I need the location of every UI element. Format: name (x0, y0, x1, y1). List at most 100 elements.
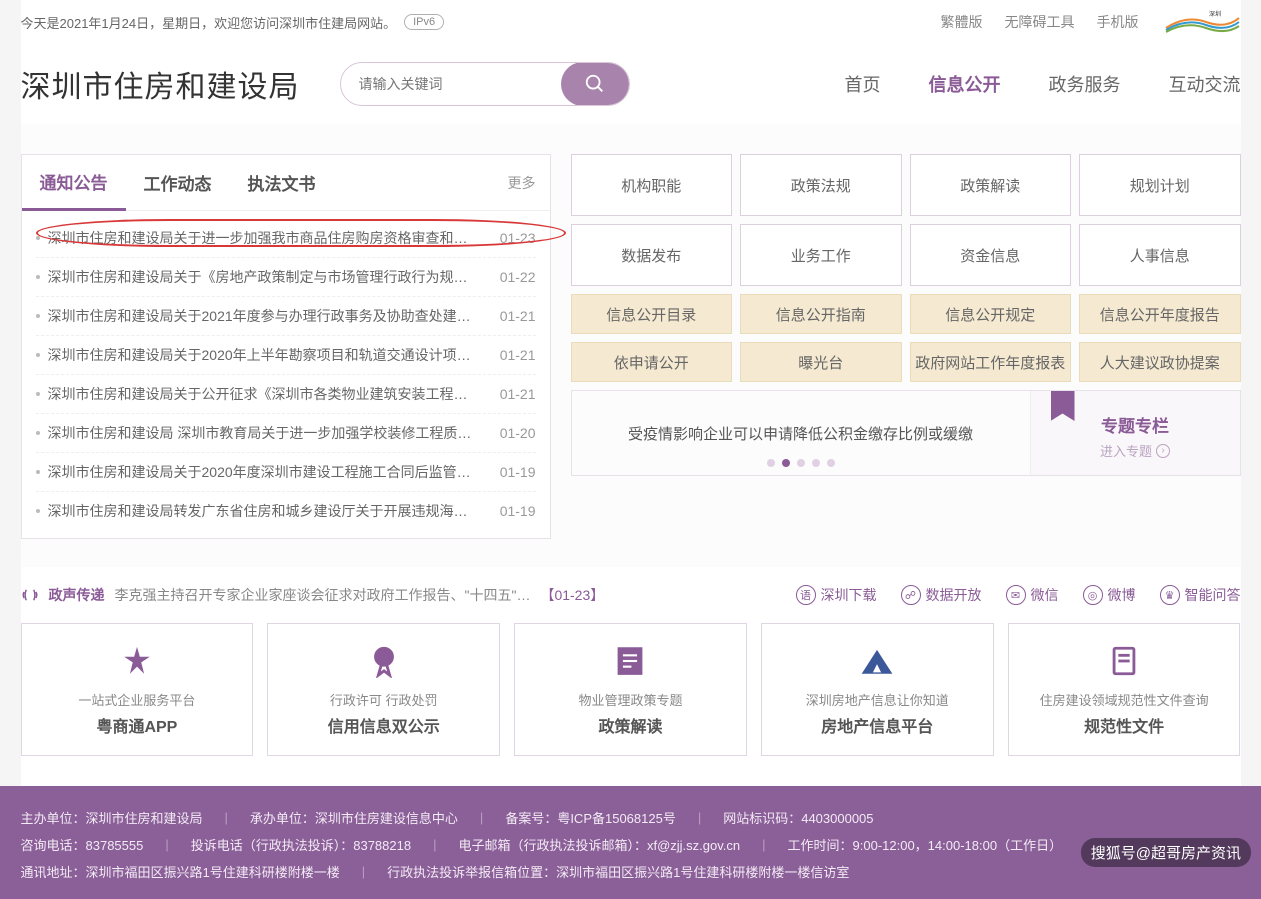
quicklink-icon: 语 (796, 585, 816, 605)
grid-button[interactable]: 资金信息 (910, 224, 1072, 286)
service-card-1[interactable]: 信行政许可 行政处罚信用信息双公示 (267, 623, 500, 756)
bullet-icon (36, 431, 40, 435)
card-sub: 深圳房地产信息让你知道 (806, 690, 949, 709)
nav-item-2[interactable]: 政务服务 (1049, 71, 1121, 97)
more-link[interactable]: 更多 (508, 173, 550, 193)
topbar-link-fanti[interactable]: 繁體版 (941, 12, 983, 32)
footer-item: 工作时间：9:00-12:00，14:00-18:00（工作日） (788, 835, 1063, 854)
grid-button[interactable]: 信息公开规定 (910, 294, 1072, 334)
grid-button[interactable]: 业务工作 (740, 224, 902, 286)
news-item[interactable]: 深圳市住房和建设局关于2020年上半年勘察项目和轨道交通设计项…01-21 (36, 335, 536, 374)
news-list: 深圳市住房和建设局关于进一步加强我市商品住房购房资格审查和…01-23深圳市住房… (22, 211, 550, 538)
news-item[interactable]: 深圳市住房和建设局关于公开征求《深圳市各类物业建筑安装工程…01-21 (36, 374, 536, 413)
news-title[interactable]: 深圳市住房和建设局关于《房地产政策制定与市场管理行政行为规… (48, 267, 488, 287)
svg-text:信: 信 (379, 652, 389, 664)
ribbon-icon (1051, 391, 1075, 421)
search-button[interactable] (561, 62, 629, 106)
bullet-icon (36, 275, 40, 279)
site-title: 深圳市住房和建设局 (21, 62, 300, 106)
footer-item: 行政执法投诉举报信箱位置：深圳市福田区振兴路1号住建科研楼附楼一楼信访室 (387, 862, 849, 881)
grid-button[interactable]: 人大建议政协提案 (1079, 342, 1241, 382)
quicklink-3[interactable]: ◎微博 (1083, 585, 1136, 605)
card-icon (1105, 642, 1143, 680)
svg-text:深圳: 深圳 (1209, 10, 1221, 18)
service-cards: 一站式企业服务平台粤商通APP信行政许可 行政处罚信用信息双公示物业管理政策专题… (21, 623, 1241, 786)
bullet-icon (36, 353, 40, 357)
news-item[interactable]: 深圳市住房和建设局关于《房地产政策制定与市场管理行政行为规…01-22 (36, 257, 536, 296)
topbar-link-mobile[interactable]: 手机版 (1097, 12, 1139, 32)
news-item[interactable]: 深圳市住房和建设局关于进一步加强我市商品住房购房资格审查和… 01-23 (36, 219, 536, 257)
nav-item-0[interactable]: 首页 (845, 71, 881, 97)
topbar-link-accessibility[interactable]: 无障碍工具 (1005, 12, 1075, 32)
grid-button[interactable]: 依申请公开 (571, 342, 733, 382)
bullet-icon (36, 509, 40, 513)
card-sub: 住房建设领域规范性文件查询 (1040, 690, 1209, 709)
enter-special-link[interactable]: 进入专题 › (1100, 441, 1170, 460)
bullet-icon (36, 470, 40, 474)
card-title: 粤商通APP (96, 713, 177, 737)
card-title: 政策解读 (598, 713, 662, 737)
grid-button[interactable]: 信息公开目录 (571, 294, 733, 334)
news-item[interactable]: 深圳市住房和建设局 深圳市教育局关于进一步加强学校装修工程质…01-20 (36, 413, 536, 452)
footer-item: 投诉电话（行政执法投诉）：83788218 (191, 835, 411, 854)
grid-button[interactable]: 数据发布 (571, 224, 733, 286)
news-title[interactable]: 深圳市住房和建设局关于进一步加强我市商品住房购房资格审查和… (48, 228, 488, 248)
footer-item: 网站标识码：4403000005 (723, 808, 873, 827)
news-date: 01-23 (500, 230, 536, 246)
service-card-0[interactable]: 一站式企业服务平台粤商通APP (21, 623, 254, 756)
special-banner-text[interactable]: 受疫情影响企业可以申请降低公积金缴存比例或缓缴 (628, 423, 973, 444)
search-box (340, 62, 630, 106)
grid-button[interactable]: 信息公开指南 (740, 294, 902, 334)
news-title[interactable]: 深圳市住房和建设局关于2021年度参与办理行政事务及协助查处建… (48, 306, 488, 326)
footer-item: 承办单位：深圳市住房建设信息中心 (250, 808, 458, 827)
quicklink-2[interactable]: ✉微信 (1006, 585, 1059, 605)
grid-button[interactable]: 政府网站工作年度报表 (910, 342, 1072, 382)
grid-button[interactable]: 信息公开年度报告 (1079, 294, 1241, 334)
nav-item-3[interactable]: 互动交流 (1169, 71, 1241, 97)
watermark: 搜狐号@超哥房产资讯 (1081, 838, 1251, 867)
quicklink-1[interactable]: ☍数据开放 (901, 585, 982, 605)
quicklink-icon: ✉ (1006, 585, 1026, 605)
news-title[interactable]: 深圳市住房和建设局转发广东省住房和城乡建设厅关于开展违规海… (48, 501, 488, 521)
news-date: 01-19 (500, 503, 536, 519)
voice-text[interactable]: 李克强主持召开专家企业家座谈会征求对政府工作报告、"十四五"… (115, 585, 531, 605)
grid-button[interactable]: 人事信息 (1079, 224, 1241, 286)
quicklink-icon: ☍ (901, 585, 921, 605)
quicklink-icon: ◎ (1083, 585, 1103, 605)
news-title[interactable]: 深圳市住房和建设局关于2020年上半年勘察项目和轨道交通设计项… (48, 345, 488, 365)
news-item[interactable]: 深圳市住房和建设局转发广东省住房和城乡建设厅关于开展违规海… 01-19 (36, 491, 536, 530)
service-card-3[interactable]: 深圳房地产信息让你知道房地产信息平台 (761, 623, 994, 756)
footer-item: 通讯地址：深圳市福田区振兴路1号住建科研楼附楼一楼 (21, 862, 340, 881)
card-sub: 物业管理政策专题 (578, 690, 682, 709)
special-column[interactable]: 专题专栏 进入专题 › (1030, 391, 1240, 475)
broadcast-icon (21, 586, 39, 604)
quicklink-icon: ♛ (1160, 585, 1180, 605)
footer-item: 咨询电话：83785555 (21, 835, 144, 854)
grid-button[interactable]: 政策法规 (740, 154, 902, 216)
service-card-2[interactable]: 物业管理政策专题政策解读 (514, 623, 747, 756)
tab-notice[interactable]: 通知公告 (22, 155, 126, 211)
quicklink-4[interactable]: ♛智能问答 (1160, 585, 1241, 605)
bullet-icon (36, 392, 40, 396)
news-item[interactable]: 深圳市住房和建设局关于2021年度参与办理行政事务及协助查处建…01-21 (36, 296, 536, 335)
search-input[interactable] (341, 76, 561, 92)
card-title: 信用信息双公示 (328, 713, 440, 737)
grid-button[interactable]: 政策解读 (910, 154, 1072, 216)
service-card-4[interactable]: 住房建设领域规范性文件查询规范性文件 (1008, 623, 1241, 756)
card-icon (858, 642, 896, 680)
special-title: 专题专栏 (1101, 412, 1169, 437)
news-item[interactable]: 深圳市住房和建设局关于2020年度深圳市建设工程施工合同后监管… 01-19 (36, 452, 536, 491)
tab-work[interactable]: 工作动态 (126, 156, 230, 209)
news-date: 01-19 (500, 464, 536, 480)
tab-enforcement[interactable]: 执法文书 (230, 156, 334, 209)
nav-item-1[interactable]: 信息公开 (929, 71, 1001, 97)
bullet-icon (36, 314, 40, 318)
quicklink-0[interactable]: 语深圳下载 (796, 585, 877, 605)
news-title[interactable]: 深圳市住房和建设局 深圳市教育局关于进一步加强学校装修工程质… (48, 423, 488, 443)
grid-button[interactable]: 机构职能 (571, 154, 733, 216)
news-title[interactable]: 深圳市住房和建设局关于公开征求《深圳市各类物业建筑安装工程… (48, 384, 488, 404)
news-title[interactable]: 深圳市住房和建设局关于2020年度深圳市建设工程施工合同后监管… (48, 462, 488, 482)
grid-button[interactable]: 规划计划 (1079, 154, 1241, 216)
grid-button[interactable]: 曝光台 (740, 342, 902, 382)
quicklinks: 语深圳下载 ☍数据开放 ✉微信 ◎微博 ♛智能问答 (796, 585, 1241, 605)
